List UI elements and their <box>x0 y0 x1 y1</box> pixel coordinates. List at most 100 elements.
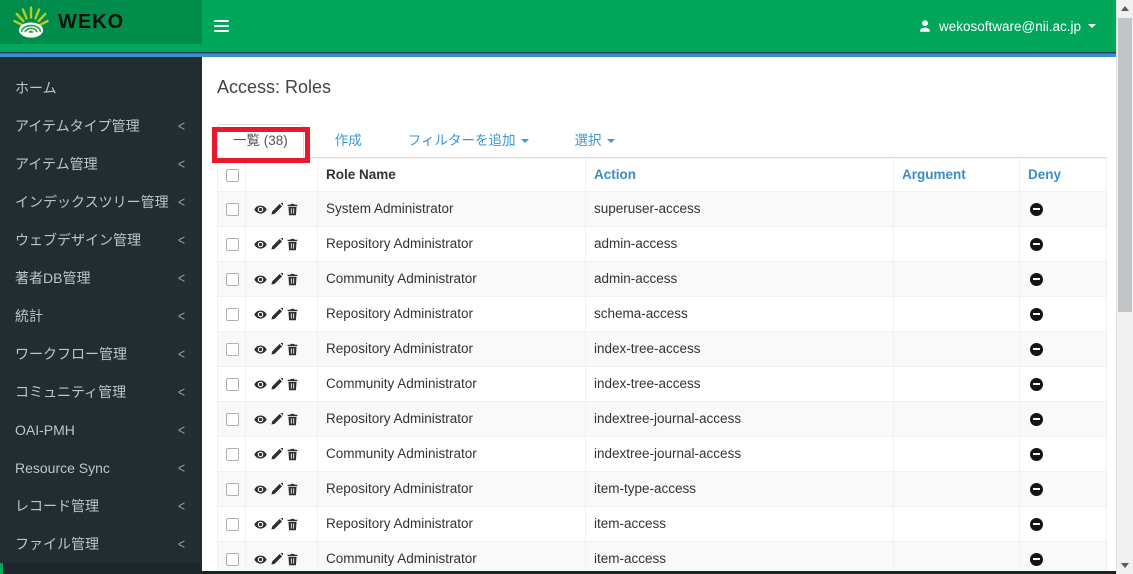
edit-icon[interactable] <box>270 237 283 251</box>
sidebar-item[interactable]: レコード管理 < <box>0 487 202 525</box>
deny-cell <box>1019 506 1107 542</box>
delete-icon[interactable] <box>286 413 299 426</box>
row-checkbox[interactable] <box>226 237 239 251</box>
column-header-deny[interactable]: Deny <box>1019 158 1107 192</box>
row-checkbox[interactable] <box>226 412 239 426</box>
deny-minus-circle-icon <box>1030 202 1043 216</box>
tab[interactable]: 作成 <box>320 125 377 157</box>
edit-icon[interactable] <box>270 517 283 531</box>
delete-icon[interactable] <box>286 238 299 251</box>
sidebar-item[interactable]: インデックスツリー管理 < <box>0 183 202 221</box>
sidebar-item[interactable]: 著者DB管理 < <box>0 259 202 297</box>
edit-icon[interactable] <box>270 482 283 496</box>
scrollbar-thumb[interactable] <box>1118 18 1132 312</box>
vertical-scrollbar[interactable] <box>1116 0 1133 574</box>
edit-icon[interactable] <box>270 447 283 461</box>
header-accent-strip <box>0 52 1116 57</box>
row-checkbox[interactable] <box>226 482 239 496</box>
argument-cell <box>893 541 1020 574</box>
role-name-cell: Repository Administrator <box>317 226 586 262</box>
edit-icon[interactable] <box>270 202 283 216</box>
edit-icon[interactable] <box>270 412 283 426</box>
edit-icon[interactable] <box>270 552 283 566</box>
column-header-action[interactable]: Action <box>585 158 894 192</box>
deny-cell <box>1019 331 1107 367</box>
select-all-checkbox[interactable] <box>226 168 239 182</box>
checkbox-cell <box>217 471 246 507</box>
action-cell: item-type-access <box>585 471 894 507</box>
view-icon[interactable] <box>254 448 267 461</box>
actions-cell <box>245 261 318 297</box>
row-checkbox[interactable] <box>226 307 239 321</box>
deny-minus-circle-icon <box>1030 237 1043 251</box>
sidebar-menu: ホーム アイテムタイプ管理 < アイテム管理 < インデックスツリー管理 < ウ… <box>0 44 202 574</box>
view-icon[interactable] <box>254 203 267 216</box>
sidebar-item[interactable]: アイテムタイプ管理 < <box>0 107 202 145</box>
edit-icon[interactable] <box>270 377 283 391</box>
view-icon[interactable] <box>254 273 267 286</box>
delete-icon[interactable] <box>286 483 299 496</box>
deny-cell <box>1019 261 1107 297</box>
edit-icon[interactable] <box>270 307 283 321</box>
delete-icon[interactable] <box>286 343 299 356</box>
view-icon[interactable] <box>254 413 267 426</box>
column-header-argument[interactable]: Argument <box>893 158 1020 192</box>
row-checkbox[interactable] <box>226 447 239 461</box>
row-checkbox[interactable] <box>226 272 239 286</box>
view-icon[interactable] <box>254 518 267 531</box>
sidebar-item[interactable]: ファイル管理 < <box>0 525 202 563</box>
row-checkbox[interactable] <box>226 202 239 216</box>
sidebar-toggle-button[interactable] <box>214 0 254 52</box>
chevron-down-icon <box>1088 24 1096 28</box>
row-checkbox[interactable] <box>226 517 239 531</box>
edit-icon[interactable] <box>270 342 283 356</box>
role-name-cell: Community Administrator <box>317 366 586 402</box>
edit-icon[interactable] <box>270 272 283 286</box>
tab[interactable]: 選択 <box>560 125 630 157</box>
tab[interactable]: 一覧 (38) <box>212 124 310 163</box>
sidebar-item-label: コミュニティ管理 <box>15 384 127 400</box>
delete-icon[interactable] <box>286 308 299 321</box>
chevron-left-icon: < <box>177 307 185 325</box>
delete-icon[interactable] <box>286 518 299 531</box>
sidebar-item[interactable]: アイテム管理 < <box>0 145 202 183</box>
sidebar-item-label: OAI-PMH <box>15 422 75 438</box>
sidebar-item[interactable]: コミュニティ管理 < <box>0 373 202 411</box>
row-checkbox[interactable] <box>226 552 239 566</box>
view-icon[interactable] <box>254 308 267 321</box>
sidebar-item[interactable]: ウェブデザイン管理 < <box>0 221 202 259</box>
brand-logo[interactable]: WEKO <box>0 0 202 44</box>
argument-cell <box>893 506 1020 542</box>
sidebar-item-label: レコード管理 <box>15 498 99 514</box>
sidebar-item[interactable]: Resource Sync < <box>0 449 202 487</box>
user-account-menu[interactable]: wekosoftware@nii.ac.jp <box>910 0 1104 52</box>
sidebar-item[interactable]: OAI-PMH < <box>0 411 202 449</box>
scroll-up-button[interactable] <box>1117 0 1133 17</box>
sidebar-item-label: インデックスツリー管理 <box>15 194 169 210</box>
row-checkbox[interactable] <box>226 342 239 356</box>
view-icon[interactable] <box>254 378 267 391</box>
tab[interactable]: フィルターを追加 <box>393 125 544 157</box>
actions-cell <box>245 436 318 472</box>
sidebar-item[interactable]: ホーム <box>0 69 202 107</box>
view-icon[interactable] <box>254 343 267 356</box>
delete-icon[interactable] <box>286 378 299 391</box>
view-icon[interactable] <box>254 238 267 251</box>
actions-cell <box>245 366 318 402</box>
delete-icon[interactable] <box>286 553 299 566</box>
sidebar-item[interactable]: ワークフロー管理 < <box>0 335 202 373</box>
delete-icon[interactable] <box>286 273 299 286</box>
view-icon[interactable] <box>254 483 267 496</box>
checkbox-cell <box>217 401 246 437</box>
row-checkbox[interactable] <box>226 377 239 391</box>
scroll-down-button[interactable] <box>1117 557 1133 574</box>
table-row: Community Administrator indextree-journa… <box>217 436 1107 472</box>
sidebar-item[interactable]: 統計 < <box>0 297 202 335</box>
delete-icon[interactable] <box>286 203 299 216</box>
deny-cell <box>1019 296 1107 332</box>
view-icon[interactable] <box>254 553 267 566</box>
sidebar-item-partial[interactable] <box>0 563 202 574</box>
caret-down-icon <box>520 139 529 144</box>
delete-icon[interactable] <box>286 448 299 461</box>
actions-cell <box>245 191 318 227</box>
